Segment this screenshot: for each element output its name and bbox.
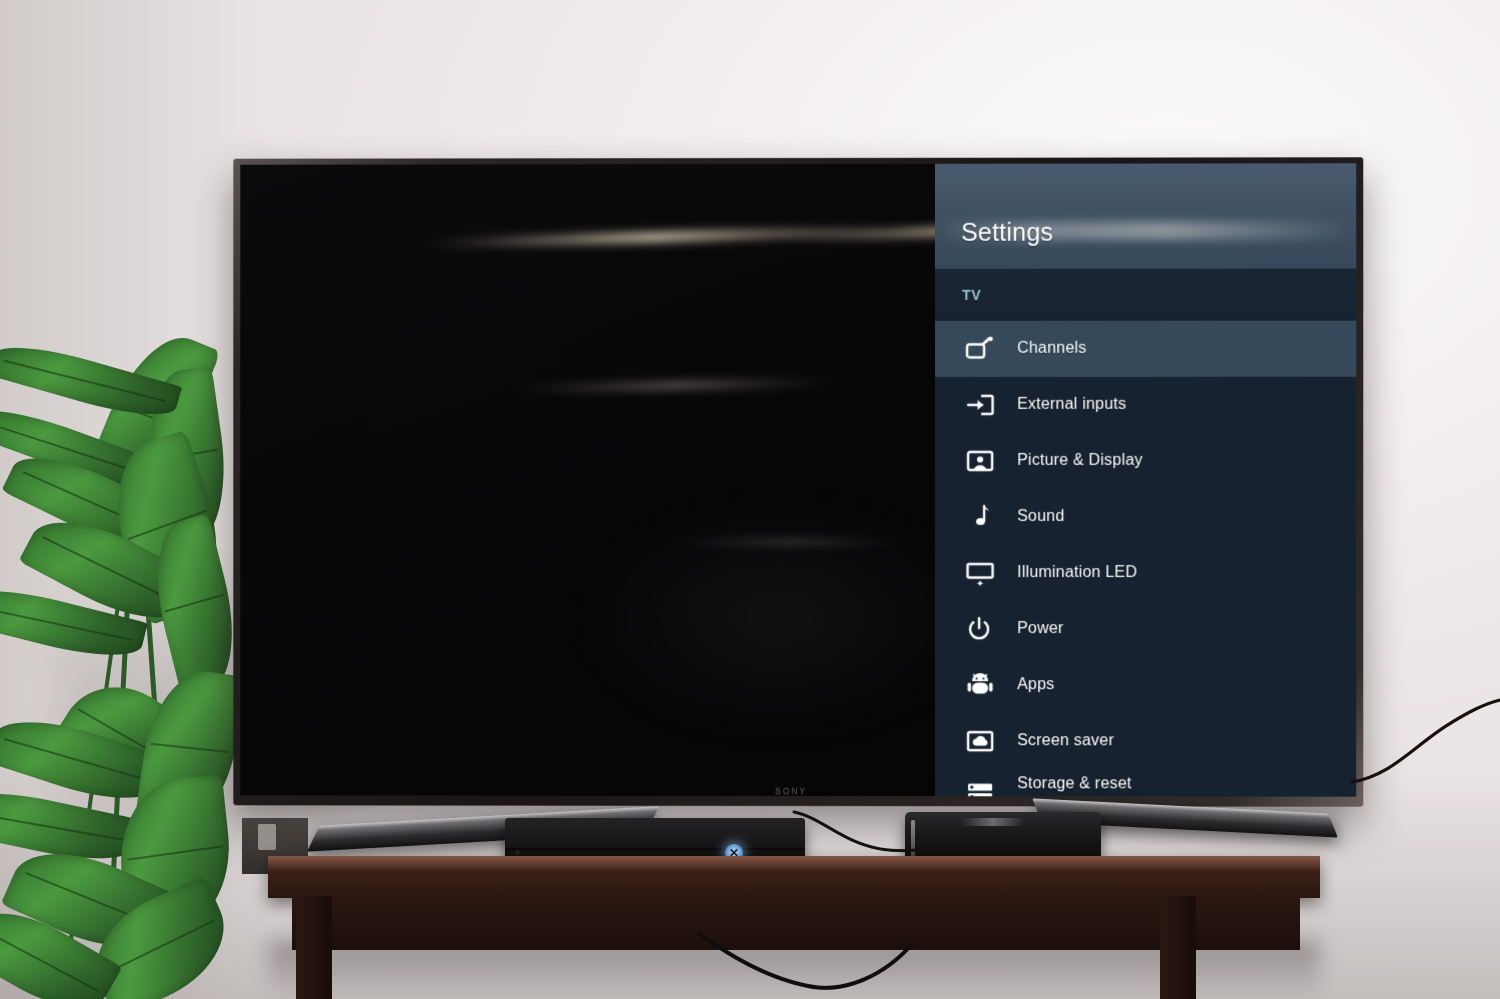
- menu-item-label: Storage & reset: [1017, 775, 1132, 793]
- menu-item-apps[interactable]: Apps: [935, 657, 1356, 713]
- media-console-leg-left: [296, 896, 332, 999]
- menu-item-label: Apps: [1017, 676, 1055, 694]
- page-title: Settings: [961, 218, 1054, 247]
- menu-item-label: External inputs: [1017, 395, 1127, 413]
- menu-item-screen-saver[interactable]: Screen saver: [935, 713, 1356, 770]
- settings-menu-list: Channels External inputs Picture & Displ…: [935, 320, 1357, 797]
- settings-header: Settings: [935, 163, 1357, 269]
- tv-screen: Settings TV Channels External inputs Pic…: [240, 163, 1357, 797]
- illumination-led-icon: [957, 555, 1003, 591]
- storage-reset-icon: [957, 775, 1003, 797]
- screenshot-scene: Settings TV Channels External inputs Pic…: [0, 0, 1500, 999]
- menu-item-sound[interactable]: Sound: [935, 489, 1356, 545]
- power-icon: [957, 611, 1003, 647]
- menu-item-illumination-led[interactable]: Illumination LED: [935, 545, 1356, 601]
- apps-android-icon: [957, 667, 1003, 703]
- cable-box-brand-plate: [961, 818, 1025, 826]
- screen-reflection-smudge: [569, 493, 990, 745]
- menu-item-picture-display[interactable]: Picture & Display: [935, 433, 1356, 489]
- media-console-top-sheen: [268, 856, 1320, 870]
- menu-item-channels[interactable]: Channels: [935, 320, 1357, 377]
- menu-item-label: Illumination LED: [1017, 564, 1138, 582]
- menu-item-label: Screen saver: [1017, 732, 1115, 750]
- wall-outlet: [258, 824, 276, 850]
- menu-item-label: Channels: [1017, 339, 1087, 357]
- section-header-tv: TV: [935, 268, 1357, 321]
- media-console-leg-right: [1160, 896, 1196, 999]
- channels-icon: [957, 331, 1003, 367]
- external-inputs-icon: [957, 387, 1003, 423]
- menu-item-external-inputs[interactable]: External inputs: [935, 377, 1356, 433]
- screen-saver-icon: [957, 723, 1003, 759]
- menu-item-power[interactable]: Power: [935, 601, 1356, 657]
- menu-item-label: Picture & Display: [1017, 451, 1143, 469]
- menu-item-label: Power: [1017, 620, 1064, 638]
- menu-item-storage-reset[interactable]: Storage & reset: [935, 769, 1356, 797]
- settings-panel: Settings TV Channels External inputs Pic…: [935, 163, 1357, 797]
- sony-brand-logo: SONY: [775, 786, 807, 796]
- sound-icon: [957, 499, 1003, 535]
- menu-item-label: Sound: [1017, 508, 1065, 526]
- picture-display-icon: [957, 443, 1003, 479]
- media-console-apron: [292, 896, 1300, 950]
- television: Settings TV Channels External inputs Pic…: [233, 157, 1364, 807]
